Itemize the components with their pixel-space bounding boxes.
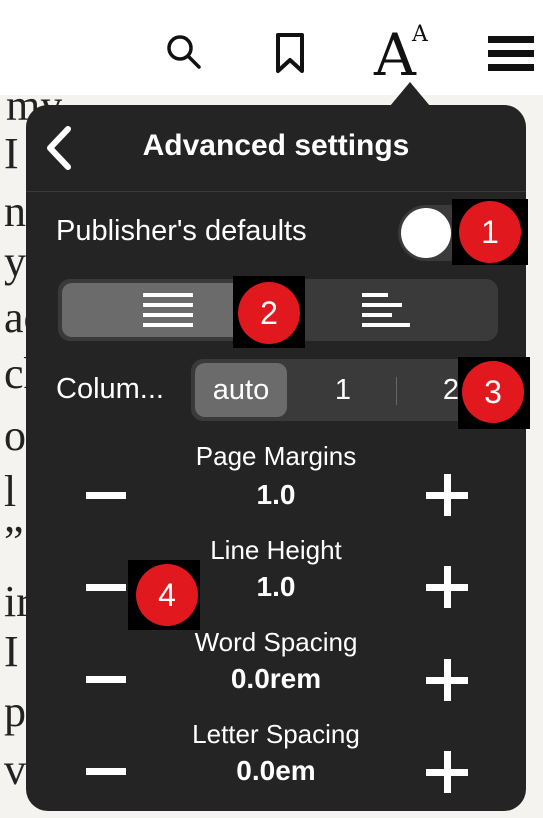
columns-option-1[interactable]: 1 xyxy=(295,363,391,417)
popover-caret xyxy=(390,82,430,106)
columns-label: Colum... xyxy=(56,373,164,405)
annotation-badge-3: 3 xyxy=(462,361,524,423)
font-icon-small-glyph: A xyxy=(412,22,428,47)
panel-header: Advanced settings xyxy=(26,105,526,192)
segment-divider xyxy=(396,377,397,405)
word-spacing-increase-button[interactable] xyxy=(426,659,468,701)
line-height-decrease-button[interactable] xyxy=(86,567,126,607)
book-text-fragment: ” xyxy=(4,517,24,566)
bookmark-icon[interactable] xyxy=(272,32,308,74)
advanced-settings-panel: Advanced settings Publisher's defaults C… xyxy=(26,105,526,811)
book-text-fragment: n xyxy=(4,187,26,236)
book-text-fragment: I xyxy=(4,627,19,676)
book-text-fragment: p xyxy=(4,687,26,736)
annotation-badge-1: 1 xyxy=(459,201,521,263)
font-icon-large-glyph: A xyxy=(374,21,416,89)
line-height-label: Line Height xyxy=(210,535,342,565)
panel-title: Advanced settings xyxy=(142,129,410,162)
annotation-badge-4: 4 xyxy=(136,564,198,626)
search-icon[interactable] xyxy=(166,34,202,70)
left-align-option[interactable] xyxy=(280,283,494,337)
book-text-fragment: I xyxy=(4,129,19,178)
publisher-defaults-label: Publisher's defaults xyxy=(56,215,307,247)
book-text-fragment: l xyxy=(4,467,17,516)
columns-segmented-control: auto 1 2 xyxy=(191,359,503,421)
letter-spacing-decrease-button[interactable] xyxy=(86,751,126,791)
book-text-fragment: y xyxy=(4,237,26,286)
letter-spacing-increase-button[interactable] xyxy=(426,751,468,793)
left-align-icon xyxy=(362,293,410,327)
font-size-icon[interactable]: A A xyxy=(370,20,436,90)
columns-option-auto[interactable]: auto xyxy=(195,363,287,417)
toggle-knob xyxy=(401,208,451,258)
annotation-badge-2: 2 xyxy=(238,282,300,344)
justify-align-icon xyxy=(143,293,193,327)
line-height-increase-button[interactable] xyxy=(426,566,468,608)
menu-icon[interactable] xyxy=(488,34,534,74)
word-spacing-label: Word Spacing xyxy=(194,627,358,657)
book-text-fragment: v xyxy=(4,745,26,794)
page-margins-decrease-button[interactable] xyxy=(86,475,126,515)
letter-spacing-label: Letter Spacing xyxy=(192,719,360,749)
page-margins-label: Page Margins xyxy=(195,441,357,471)
top-toolbar: A A xyxy=(0,0,543,95)
book-text-fragment: o xyxy=(4,411,26,460)
word-spacing-decrease-button[interactable] xyxy=(86,659,126,699)
page-margins-increase-button[interactable] xyxy=(426,474,468,516)
